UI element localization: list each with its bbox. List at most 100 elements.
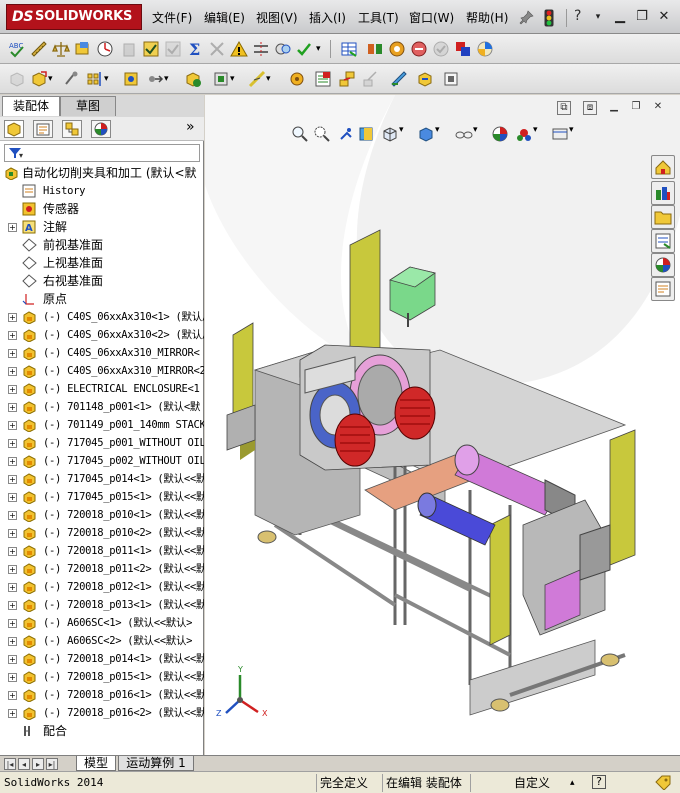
display-style-dropdown-icon[interactable]: ▾ <box>435 125 443 143</box>
filter-icon[interactable]: ▾ <box>8 146 24 163</box>
assembly-check-icon[interactable] <box>296 40 314 58</box>
tree-feature-row[interactable]: + A 注解 <box>0 218 204 236</box>
tab-model[interactable]: 模型 <box>76 756 116 771</box>
insert-component-icon[interactable] <box>8 70 26 88</box>
view-settings-dropdown-icon[interactable]: ▾ <box>569 125 577 143</box>
hide-show-dropdown-icon[interactable]: ▾ <box>473 125 481 143</box>
viewport-close-icon[interactable]: ✕ <box>651 101 665 115</box>
solidworks-logo[interactable]: DS SOLIDWORKS <box>6 4 142 30</box>
zoom-to-area-icon[interactable] <box>313 125 331 143</box>
tree-expand-icon[interactable]: + <box>8 709 17 718</box>
pattern-dropdown-icon[interactable]: ▾ <box>104 70 112 88</box>
interference-icon[interactable] <box>208 40 226 58</box>
assembly-3d-view[interactable] <box>205 95 680 755</box>
tree-component-row[interactable]: + (-) 720018_p012<1> (默认<<默 <box>0 578 204 596</box>
linear-pattern-icon[interactable] <box>86 70 104 88</box>
dropdown-arrow-icon[interactable]: ▾ <box>316 40 324 58</box>
tree-feature-row[interactable]: History <box>0 182 204 200</box>
tab-sketch[interactable]: 草图 <box>60 96 116 116</box>
tree-feature-row[interactable]: 右视基准面 <box>0 272 204 290</box>
tree-feature-row[interactable]: 上视基准面 <box>0 254 204 272</box>
viewport-split-vertical-icon[interactable]: ⧈ <box>583 101 597 115</box>
mass-properties-icon[interactable] <box>52 40 70 58</box>
status-tag-icon[interactable] <box>654 774 672 793</box>
mate-icon[interactable] <box>62 70 80 88</box>
equations-icon[interactable]: Σ <box>186 40 204 59</box>
table-icon[interactable] <box>340 40 358 58</box>
tree-component-row[interactable]: + (-) 720018_p016<2> (默认<<默 <box>0 704 204 722</box>
tree-component-row[interactable]: + (-) 720018_p016<1> (默认<<默 <box>0 686 204 704</box>
tree-component-row[interactable]: + (-) A606SC<2> (默认<<默认> <box>0 632 204 650</box>
menu-edit[interactable]: 编辑(E) <box>204 9 245 26</box>
tree-component-row[interactable]: + (-) 701148_p001<1> (默认<默 <box>0 398 204 416</box>
menu-tools[interactable]: 工具(T) <box>358 9 399 26</box>
design-checker-icon[interactable] <box>388 40 406 58</box>
configuration-manager-icon[interactable] <box>62 120 82 138</box>
tree-component-row[interactable]: + (-) 720018_p011<1> (默认<<默 <box>0 542 204 560</box>
update-speedpak-icon[interactable] <box>416 70 434 88</box>
next-tab-arrow-icon[interactable]: ▸ <box>32 758 44 770</box>
view-orientation-dropdown-icon[interactable]: ▾ <box>399 125 407 143</box>
tree-feature-row[interactable]: 原点 <box>0 290 204 308</box>
pin-icon[interactable] <box>519 9 535 25</box>
expand-panel-button[interactable]: » <box>186 119 195 135</box>
traffic-light-icon[interactable] <box>544 9 554 27</box>
tree-component-row[interactable]: + (-) 717045_p015<1> (默认<<默 <box>0 488 204 506</box>
features-dropdown-icon[interactable]: ▾ <box>230 70 238 88</box>
tree-component-row[interactable]: + (-) A606SC<1> (默认<<默认> <box>0 614 204 632</box>
help-button[interactable]: ? <box>574 8 581 24</box>
view-palette-icon[interactable] <box>651 229 675 253</box>
viewport-minimize-icon[interactable]: ▁ <box>607 101 621 115</box>
tree-expand-icon[interactable]: + <box>8 367 17 376</box>
last-tab-arrow-icon[interactable]: ▸| <box>46 758 58 770</box>
tree-expand-icon[interactable]: + <box>8 619 17 628</box>
status-units-dropdown-icon[interactable]: ▴ <box>570 775 575 791</box>
menu-insert[interactable]: 插入(I) <box>309 9 346 26</box>
hide-show-icon[interactable] <box>455 125 473 143</box>
tree-expand-icon[interactable]: + <box>8 457 17 466</box>
tree-expand-icon[interactable]: + <box>8 511 17 520</box>
tree-expand-icon[interactable]: + <box>8 439 17 448</box>
tree-component-row[interactable]: + (-) 720018_p015<1> (默认<<默 <box>0 668 204 686</box>
simulation-icon[interactable] <box>410 40 428 58</box>
tree-component-row[interactable]: + (-) C40S_06xxAx310<1> (默认/ <box>0 308 204 326</box>
clearance-icon[interactable] <box>252 40 270 58</box>
close-button[interactable]: ✕ <box>656 9 672 25</box>
move-component-icon[interactable] <box>146 70 164 88</box>
feature-manager-icon[interactable] <box>4 120 24 138</box>
check-sketch-icon[interactable] <box>142 40 160 58</box>
take-snapshot-icon[interactable] <box>442 70 460 88</box>
menu-help[interactable]: 帮助(H) <box>466 9 508 26</box>
graphics-area[interactable]: Y X Z ⧉ ⧈ ▁ ❐ ✕ ▾ ▾ ▾ ▾ ▾ <box>205 95 680 755</box>
tree-root-row[interactable]: 自动化切削夹具和加工 (默认<默 <box>0 164 204 182</box>
tree-expand-icon[interactable]: + <box>8 421 17 430</box>
tree-feature-row[interactable]: 前视基准面 <box>0 236 204 254</box>
first-tab-arrow-icon[interactable]: |◂ <box>4 758 16 770</box>
statistics-icon[interactable] <box>96 40 114 58</box>
reference-dropdown-icon[interactable]: ▾ <box>266 70 274 88</box>
assembly-features-icon[interactable] <box>212 70 230 88</box>
tree-component-row[interactable]: + (-) 717045_p014<1> (默认<<默 <box>0 470 204 488</box>
tree-component-row[interactable]: + (-) 720018_p013<1> (默认<<默 <box>0 596 204 614</box>
right-housing[interactable] <box>522 499 611 636</box>
geometry-check-icon[interactable] <box>164 40 182 58</box>
tree-component-row[interactable]: + (-) 717045_p001_WITHOUT OIL <box>0 434 204 452</box>
design-check-disabled-icon[interactable] <box>432 40 450 58</box>
menu-view[interactable]: 视图(V) <box>256 9 298 26</box>
explode-line-sketch-icon[interactable] <box>362 70 380 88</box>
tree-expand-icon[interactable]: + <box>8 475 17 484</box>
status-help-button[interactable]: ? <box>592 775 606 789</box>
tree-component-row[interactable]: + (-) C40S_06xxAx310_MIRROR<2 <box>0 362 204 380</box>
render-icon[interactable] <box>476 40 494 58</box>
warning-icon[interactable] <box>230 40 248 58</box>
solidworks-resources-icon[interactable] <box>651 155 675 179</box>
section-properties-icon[interactable] <box>74 40 92 58</box>
new-part-dropdown-icon[interactable]: ▾ <box>48 70 56 88</box>
check-icon[interactable] <box>120 40 138 58</box>
tree-expand-icon[interactable]: + <box>8 601 17 610</box>
view-orientation-icon[interactable] <box>381 125 399 143</box>
hole-alignment-icon[interactable] <box>274 40 292 58</box>
show-hidden-icon[interactable] <box>184 70 202 88</box>
appearance-icon[interactable] <box>454 40 472 58</box>
tree-expand-icon[interactable]: + <box>8 223 17 232</box>
